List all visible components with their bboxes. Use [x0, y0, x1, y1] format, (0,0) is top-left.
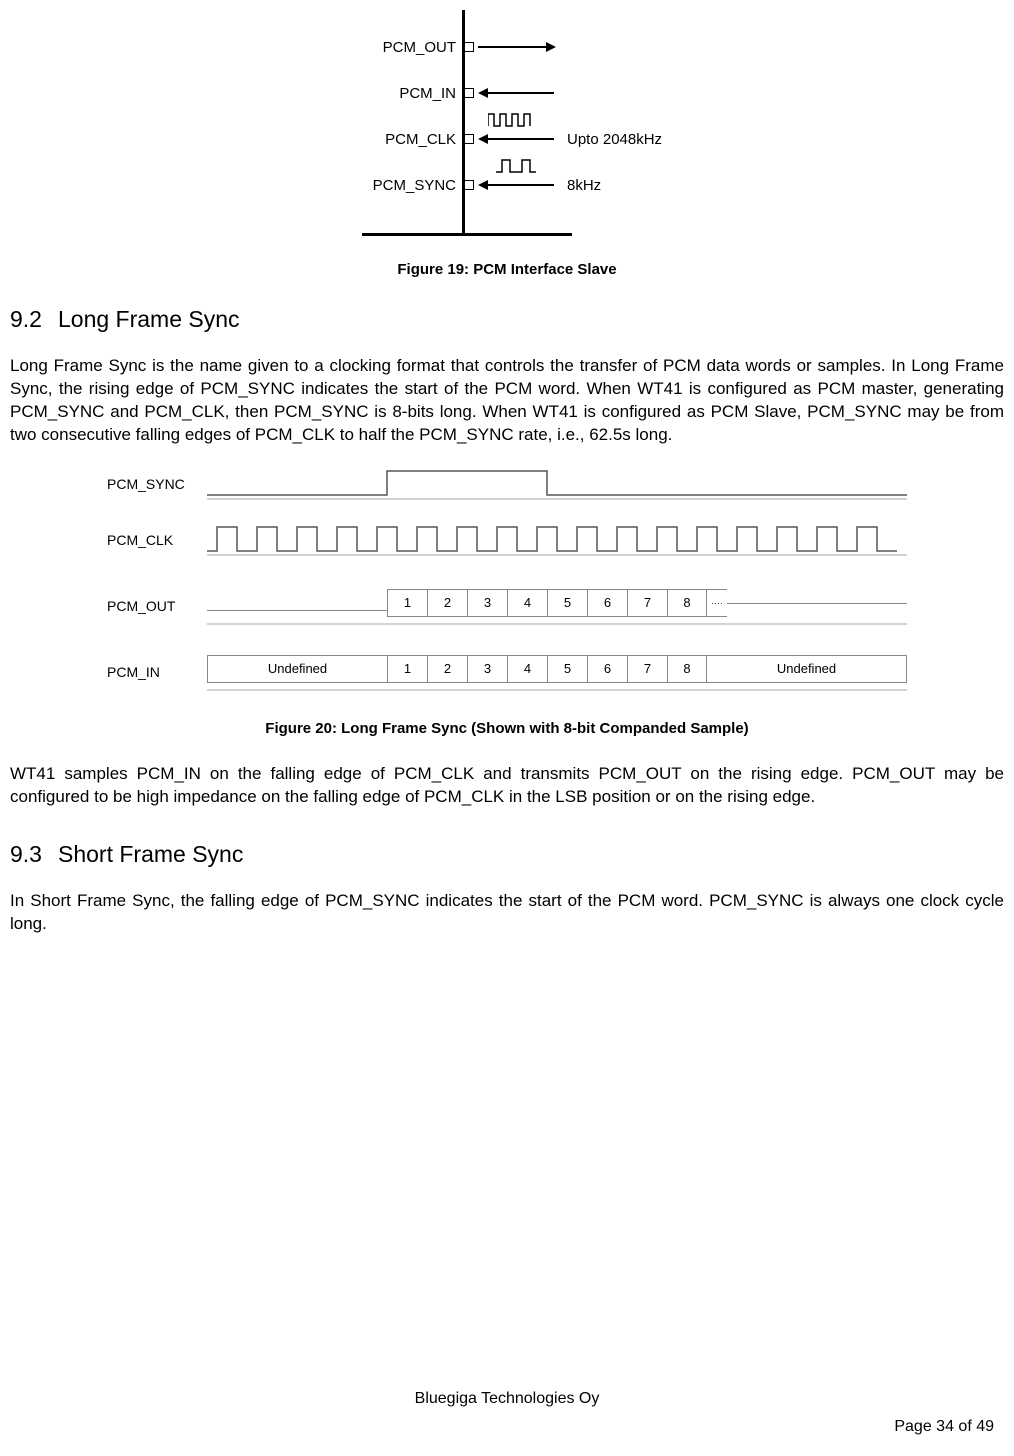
bit-cell: 3: [467, 655, 507, 683]
bit-cell: 2: [427, 589, 467, 617]
note-clk-freq: Upto 2048kHz: [567, 130, 662, 150]
bit-cell: 1: [387, 655, 427, 683]
figure-19-diagram: PCM_OUT PCM_IN PCM_CLK Upto 2048kHz PCM_…: [10, 10, 1004, 250]
bit-cell: 8: [667, 655, 707, 683]
heading-9-2: 9.2Long Frame Sync: [10, 304, 1004, 335]
clk-wave-icon: [488, 112, 542, 128]
label-pcm-in: PCM_IN: [296, 84, 456, 104]
timing-label-in: PCM_IN: [107, 663, 199, 682]
pcm-out-bits: 12345678: [387, 589, 707, 617]
secnum-9-2: 9.2: [10, 304, 58, 335]
bit-cell: 4: [507, 655, 547, 683]
sync-waveform-icon: [207, 467, 907, 501]
sectitle-9-2: Long Frame Sync: [58, 306, 240, 332]
secnum-9-3: 9.3: [10, 839, 58, 870]
bit-cell: 8: [667, 589, 707, 617]
bit-cell: 6: [587, 589, 627, 617]
figure-20-diagram: PCM_SYNC PCM_CLK PCM_OUT 12345678 ···· P…: [107, 467, 907, 711]
sync-wave-icon: [496, 158, 546, 174]
para-9-3: In Short Frame Sync, the falling edge of…: [10, 890, 1004, 936]
label-pcm-sync: PCM_SYNC: [296, 176, 456, 196]
bit-cell: 6: [587, 655, 627, 683]
timing-label-clk: PCM_CLK: [107, 531, 199, 550]
footer-company: Bluegiga Technologies Oy: [10, 1388, 1004, 1410]
pcm-in-undef-pre: Undefined: [207, 655, 387, 683]
sectitle-9-3: Short Frame Sync: [58, 841, 243, 867]
bit-cell: 3: [467, 589, 507, 617]
timing-label-out: PCM_OUT: [107, 597, 199, 616]
footer-page: Page 34 of 49: [894, 1416, 994, 1438]
bit-cell: 4: [507, 589, 547, 617]
bit-cell: 7: [627, 655, 667, 683]
label-pcm-clk: PCM_CLK: [296, 130, 456, 150]
clk-waveform-icon: [207, 523, 907, 557]
timing-label-sync: PCM_SYNC: [107, 475, 199, 494]
pcm-in-bits: 12345678: [387, 655, 707, 683]
para-after-fig20: WT41 samples PCM_IN on the falling edge …: [10, 763, 1004, 809]
pcm-in-undef-post: Undefined: [707, 655, 907, 683]
bit-cell: 7: [627, 589, 667, 617]
heading-9-3: 9.3Short Frame Sync: [10, 839, 1004, 870]
bit-cell: 1: [387, 589, 427, 617]
figure-20-caption: Figure 20: Long Frame Sync (Shown with 8…: [10, 719, 1004, 739]
bit-cell: 2: [427, 655, 467, 683]
bit-cell: 5: [547, 589, 587, 617]
para-9-2: Long Frame Sync is the name given to a c…: [10, 355, 1004, 447]
figure-19-caption: Figure 19: PCM Interface Slave: [10, 260, 1004, 280]
bit-cell: 5: [547, 655, 587, 683]
label-pcm-out: PCM_OUT: [296, 38, 456, 58]
note-sync-freq: 8kHz: [567, 176, 601, 196]
